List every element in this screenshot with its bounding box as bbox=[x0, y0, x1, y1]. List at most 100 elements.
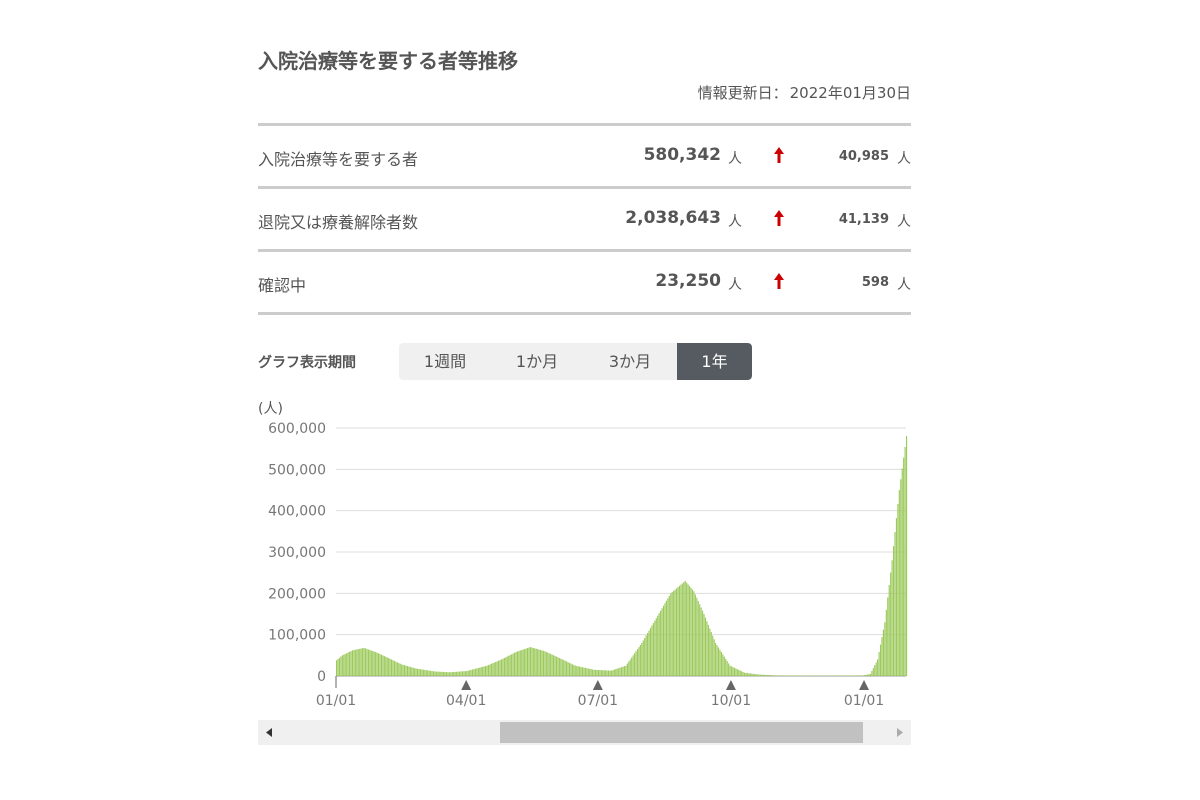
chart-bar bbox=[846, 675, 848, 676]
chart-bar bbox=[437, 671, 439, 676]
chart-bar bbox=[670, 593, 672, 676]
scrollbar-thumb[interactable] bbox=[499, 722, 863, 743]
chart-bar bbox=[364, 648, 367, 676]
chart-bar bbox=[414, 668, 416, 676]
chart-bar bbox=[741, 671, 743, 676]
chart-bar bbox=[526, 648, 529, 676]
chart-bar bbox=[634, 653, 636, 676]
chart-bar bbox=[463, 671, 465, 676]
chart-bar bbox=[755, 674, 757, 676]
chart-bar bbox=[693, 591, 695, 676]
scroll-left-button[interactable] bbox=[258, 720, 282, 745]
chart-bar bbox=[505, 657, 507, 676]
chart-bar bbox=[745, 672, 747, 676]
chart-bar bbox=[344, 653, 346, 676]
chart-bar bbox=[688, 586, 691, 676]
chart-bar bbox=[461, 671, 464, 676]
chart-bar bbox=[383, 656, 385, 676]
y-tick-label: 600,000 bbox=[268, 421, 326, 437]
chart-bar bbox=[675, 588, 678, 676]
chart-bar bbox=[774, 675, 776, 676]
chart-bar bbox=[673, 590, 675, 676]
chart-bar bbox=[629, 659, 631, 676]
chart-bar bbox=[458, 671, 461, 676]
chart-bar bbox=[499, 660, 501, 676]
chart-bar bbox=[537, 649, 539, 676]
chart-bar bbox=[363, 647, 365, 676]
chart-bar bbox=[621, 667, 623, 676]
chart-bar bbox=[483, 666, 485, 676]
chart-bar bbox=[858, 675, 860, 676]
chart-bar bbox=[728, 663, 730, 676]
chart-bar bbox=[445, 672, 448, 676]
chart-bar bbox=[419, 669, 422, 676]
chart-bar bbox=[717, 647, 720, 676]
chart-scrollbar[interactable] bbox=[258, 720, 911, 745]
chart-bar bbox=[574, 665, 576, 676]
chart-bar bbox=[430, 670, 432, 676]
chart-bar bbox=[887, 597, 889, 676]
chart-bar bbox=[566, 661, 568, 676]
chart-bar bbox=[696, 597, 698, 676]
chart-bar bbox=[613, 669, 615, 676]
chart-bar bbox=[424, 669, 426, 676]
chart-bar bbox=[716, 645, 718, 676]
chart-bar bbox=[891, 560, 893, 676]
triangle-left-icon bbox=[266, 728, 272, 737]
chart-bar bbox=[493, 662, 495, 676]
chart-bar bbox=[522, 649, 524, 676]
chart-bar bbox=[435, 671, 437, 676]
chart-bar bbox=[464, 671, 466, 676]
chart-bar bbox=[367, 649, 369, 676]
chart-bar bbox=[658, 613, 660, 676]
chart-bar bbox=[767, 674, 769, 676]
chart-bar bbox=[502, 658, 504, 676]
chart-bar bbox=[347, 652, 349, 676]
chart-bar bbox=[376, 652, 378, 676]
chart-bar bbox=[618, 668, 620, 676]
chart-bar bbox=[754, 673, 756, 676]
chart-bar bbox=[360, 648, 362, 676]
chart-bar bbox=[785, 675, 788, 676]
chart-bar bbox=[603, 670, 605, 676]
chart-bar bbox=[375, 652, 377, 676]
chart-bar bbox=[408, 666, 410, 676]
chart-bar bbox=[691, 589, 694, 676]
chart-bar bbox=[898, 490, 900, 676]
chart-bar bbox=[547, 652, 549, 676]
chart-bar bbox=[385, 656, 387, 676]
chart-bar bbox=[362, 648, 364, 676]
chart-bar bbox=[542, 650, 545, 676]
scroll-right-button[interactable] bbox=[887, 720, 911, 745]
chart-bar bbox=[370, 650, 372, 676]
chart-bar bbox=[742, 671, 744, 676]
chart-bar bbox=[471, 669, 474, 676]
chart-bar bbox=[511, 654, 513, 676]
chart-bar bbox=[457, 671, 459, 676]
chart-bar bbox=[487, 665, 490, 676]
chart-bar bbox=[393, 660, 396, 676]
chart-bar bbox=[350, 651, 352, 676]
chart-bar bbox=[602, 670, 604, 676]
chart-bar bbox=[762, 674, 764, 676]
y-tick-label: 0 bbox=[317, 669, 326, 685]
chart-bar bbox=[612, 670, 614, 676]
chart-bar bbox=[548, 653, 550, 676]
chart-bar bbox=[686, 582, 688, 676]
chart-bar bbox=[904, 446, 906, 676]
chart-bar bbox=[871, 671, 873, 676]
chart-bar bbox=[651, 625, 653, 676]
chart-bar bbox=[399, 663, 401, 676]
chart-bar bbox=[506, 656, 508, 676]
chart-bar bbox=[709, 628, 711, 676]
chart-bar bbox=[652, 623, 654, 676]
chart-bar bbox=[402, 664, 404, 676]
chart-bar bbox=[872, 668, 874, 676]
chart-bar bbox=[632, 655, 634, 676]
chart-bar bbox=[674, 589, 676, 676]
chart-bar bbox=[733, 667, 735, 676]
chart-bar bbox=[489, 664, 491, 676]
x-tick-label: 07/01 bbox=[578, 693, 618, 709]
chart-bar bbox=[553, 655, 555, 676]
chart-bar bbox=[649, 628, 652, 676]
